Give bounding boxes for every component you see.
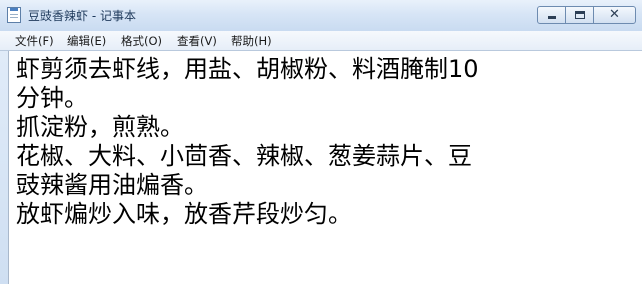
- maximize-button[interactable]: [565, 6, 594, 24]
- window-title: 豆豉香辣虾 - 记事本: [28, 9, 136, 23]
- minimize-button[interactable]: [537, 6, 566, 24]
- minimize-icon: [548, 16, 556, 19]
- text-editor[interactable]: 虾剪须去虾线，用盐、胡椒粉、料酒腌制10 分钟。 抓淀粉，煎熟。 花椒、大料、小…: [8, 51, 642, 284]
- menu-view[interactable]: 查看(V): [177, 33, 217, 49]
- text-line: 豉辣酱用油煸香。: [16, 171, 208, 199]
- close-icon: ✕: [609, 7, 620, 22]
- text-line: 放虾煸炒入味，放香芹段炒匀。: [16, 200, 352, 228]
- notepad-window: 豆豉香辣虾 - 记事本 ✕ 文件(F) 编辑(E) 格式(O) 查看(V) 帮助…: [0, 0, 642, 284]
- text-line: 虾剪须去虾线，用盐、胡椒粉、料酒腌制10: [16, 55, 479, 83]
- text-line: 分钟。: [16, 84, 88, 112]
- menu-format[interactable]: 格式(O): [121, 33, 162, 49]
- title-bar[interactable]: 豆豉香辣虾 - 记事本 ✕: [0, 0, 642, 31]
- caption-buttons: ✕: [537, 6, 636, 24]
- menu-help[interactable]: 帮助(H): [231, 33, 272, 49]
- menu-file[interactable]: 文件(F): [15, 33, 54, 49]
- maximize-icon: [575, 11, 585, 19]
- text-line: 抓淀粉，煎熟。: [16, 113, 184, 141]
- close-button[interactable]: ✕: [593, 6, 636, 24]
- menu-bar: 文件(F) 编辑(E) 格式(O) 查看(V) 帮助(H): [0, 31, 642, 51]
- menu-edit[interactable]: 编辑(E): [67, 33, 106, 49]
- text-line: 花椒、大料、小茴香、辣椒、葱姜蒜片、豆: [16, 142, 472, 170]
- notepad-icon[interactable]: [7, 7, 21, 23]
- document-text: 虾剪须去虾线，用盐、胡椒粉、料酒腌制10 分钟。 抓淀粉，煎熟。 花椒、大料、小…: [16, 55, 616, 229]
